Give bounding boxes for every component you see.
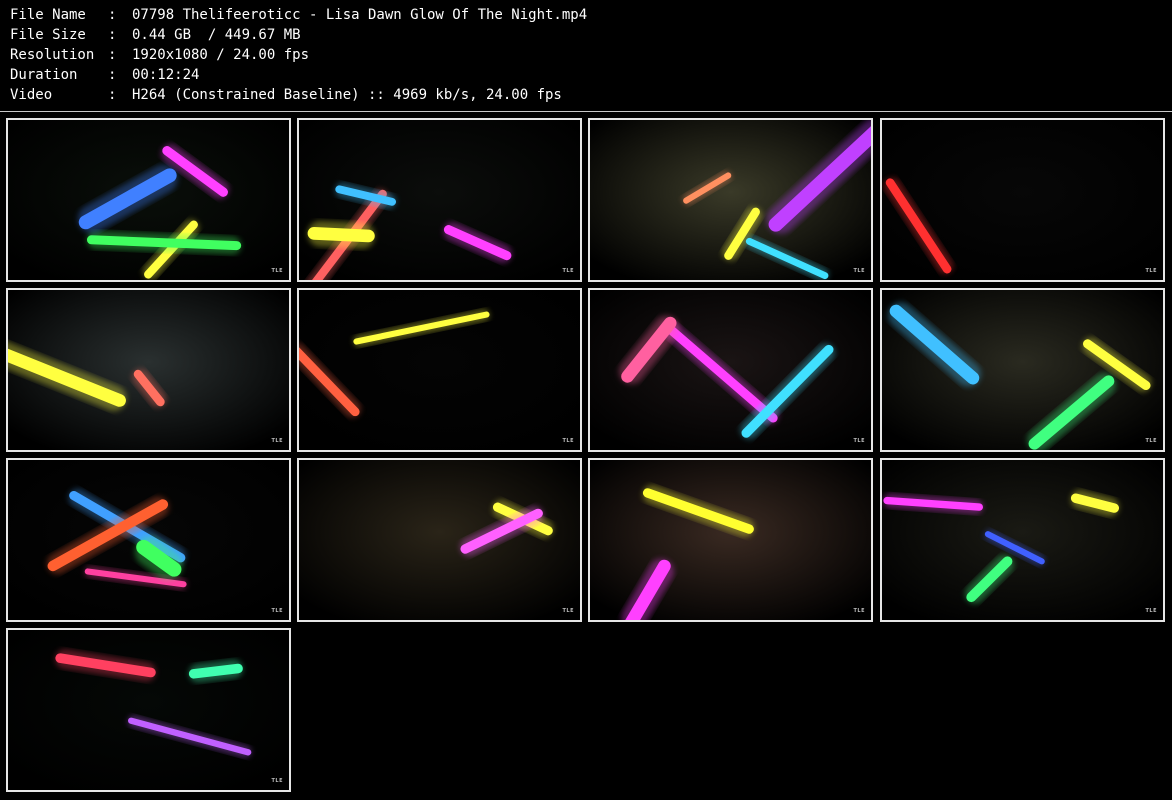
watermark-text: TLE <box>562 268 574 274</box>
watermark: TLE <box>271 608 283 614</box>
watermark-text: TLE <box>562 438 574 444</box>
thumbnail-image <box>8 290 289 450</box>
resolution-label: Resolution <box>10 47 95 63</box>
watermark: TLE <box>853 608 865 614</box>
resolution-row: Resolution:1920x1080 / 24.00 fps <box>10 45 587 65</box>
thumbnail-image <box>8 460 289 620</box>
file-name-label: File Name <box>10 7 86 23</box>
watermark: TLE <box>1145 608 1157 614</box>
file-info-panel: File Name:07798 Thelifeeroticc - Lisa Da… <box>10 5 587 105</box>
video-thumbnail: TLE <box>588 458 873 622</box>
video-value: H264 (Constrained Baseline) :: 4969 kb/s… <box>132 87 562 103</box>
video-thumbnail: TLE <box>880 288 1165 452</box>
thumbnail-image <box>590 290 871 450</box>
video-thumbnail: TLE <box>6 628 291 792</box>
divider <box>0 111 1172 112</box>
watermark-text: TLE <box>1145 268 1157 274</box>
video-thumbnail: TLE <box>6 458 291 622</box>
video-thumbnail: TLE <box>880 458 1165 622</box>
watermark-text: TLE <box>1145 608 1157 614</box>
glow-stick <box>307 221 375 249</box>
watermark: TLE <box>271 268 283 274</box>
thumbnail-image <box>882 290 1163 450</box>
separator: : <box>108 67 117 83</box>
thumbnail-image <box>299 290 580 450</box>
watermark: TLE <box>271 778 283 784</box>
watermark-text: TLE <box>1145 438 1157 444</box>
video-thumbnail: TLE <box>880 118 1165 282</box>
separator: : <box>108 47 117 63</box>
watermark-text: TLE <box>853 608 865 614</box>
file-size-row: File Size:0.44 GB / 449.67 MB <box>10 25 587 45</box>
thumbnail-image <box>8 120 289 280</box>
watermark: TLE <box>562 268 574 274</box>
file-name-row: File Name:07798 Thelifeeroticc - Lisa Da… <box>10 5 587 25</box>
video-thumbnail: TLE <box>6 118 291 282</box>
watermark-text: TLE <box>562 608 574 614</box>
video-thumbnail: TLE <box>297 458 582 622</box>
duration-row: Duration:00:12:24 <box>10 65 587 85</box>
watermark: TLE <box>562 608 574 614</box>
video-thumbnail: TLE <box>297 288 582 452</box>
thumbnail-image <box>882 460 1163 620</box>
watermark-text: TLE <box>271 268 283 274</box>
thumbnail-image <box>299 460 580 620</box>
thumbnail-image <box>299 120 580 280</box>
video-thumbnail: TLE <box>588 118 873 282</box>
resolution-value: 1920x1080 / 24.00 fps <box>132 47 310 63</box>
video-thumbnail: TLE <box>6 288 291 452</box>
separator: : <box>108 7 117 23</box>
video-row: Video: H264 (Constrained Baseline) :: 496… <box>10 85 587 105</box>
duration-label: Duration <box>10 67 78 83</box>
file-size-label: File Size <box>10 27 86 43</box>
thumbnail-image <box>882 120 1163 280</box>
watermark: TLE <box>562 438 574 444</box>
video-label: Video <box>10 87 53 103</box>
duration-value: 00:12:24 <box>132 67 200 83</box>
thumbnail-image <box>8 630 289 790</box>
video-thumbnail: TLE <box>297 118 582 282</box>
watermark-text: TLE <box>271 778 283 784</box>
watermark-text: TLE <box>853 268 865 274</box>
watermark: TLE <box>271 438 283 444</box>
watermark: TLE <box>853 438 865 444</box>
video-thumbnail: TLE <box>588 288 873 452</box>
file-size-value: 0.44 GB / 449.67 MB <box>132 27 301 43</box>
watermark: TLE <box>853 268 865 274</box>
separator: : <box>108 87 117 103</box>
file-name-value: 07798 Thelifeeroticc - Lisa Dawn Glow Of… <box>132 7 588 23</box>
separator: : <box>108 27 117 43</box>
watermark-text: TLE <box>271 438 283 444</box>
thumbnail-image <box>590 120 871 280</box>
watermark-text: TLE <box>271 608 283 614</box>
watermark: TLE <box>1145 268 1157 274</box>
thumbnail-image <box>590 460 871 620</box>
watermark: TLE <box>1145 438 1157 444</box>
watermark-text: TLE <box>853 438 865 444</box>
